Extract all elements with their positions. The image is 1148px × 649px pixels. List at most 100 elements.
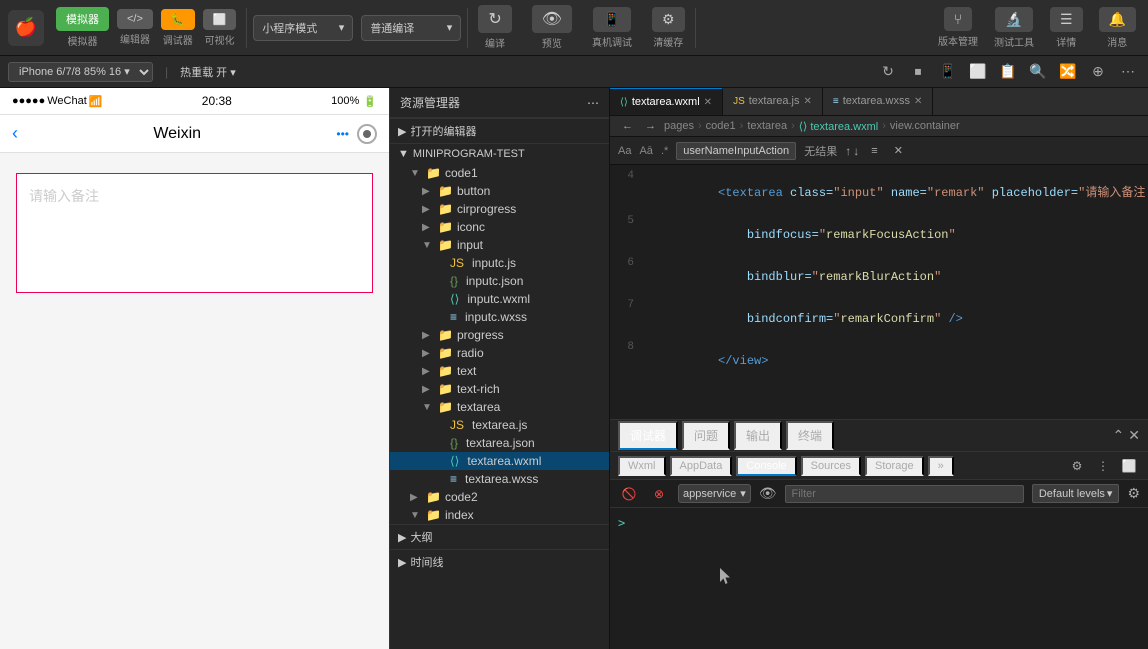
subtab-console[interactable]: Console	[736, 456, 796, 476]
nav-back-editor-btn[interactable]: ←	[618, 119, 637, 133]
subtab-storage[interactable]: Storage	[865, 456, 924, 476]
folder-index[interactable]: ▼ 📁 index	[390, 506, 609, 524]
textarea-component[interactable]: 请输入备注	[16, 173, 373, 293]
cache-button[interactable]: ⚙	[652, 7, 685, 32]
textarea-placeholder: 请输入备注	[29, 188, 99, 204]
nav-dots-button[interactable]: •••	[336, 127, 349, 141]
devtools-minimize-btn[interactable]: ⌃	[1113, 427, 1125, 444]
tab-problems[interactable]: 问题	[682, 421, 730, 450]
simulator-button[interactable]: 模拟器	[56, 7, 109, 31]
subtab-more[interactable]: »	[928, 456, 954, 476]
compile-button[interactable]: ↻	[478, 5, 511, 33]
file-inputc-json[interactable]: {} inputc.json	[390, 272, 609, 290]
console-gear-icon[interactable]: ⚙	[1127, 485, 1140, 502]
folder-progress[interactable]: ▶ 📁 progress	[390, 326, 609, 344]
appservice-select[interactable]: appservice ▾	[678, 484, 751, 503]
tag-open: <textarea	[718, 186, 790, 200]
outline-header[interactable]: ▶ 大纲	[390, 525, 609, 549]
tab-textarea-js[interactable]: JS textarea.js ✕	[723, 88, 823, 115]
shuffle-icon-btn[interactable]: 🔀	[1056, 60, 1080, 84]
devtools-settings-icon[interactable]: ⚙	[1066, 455, 1088, 477]
folder-code2[interactable]: ▶ 📁 code2	[390, 488, 609, 506]
settings-icon-btn[interactable]: ⋯	[1116, 60, 1140, 84]
tab-close-button[interactable]: ✕	[704, 97, 712, 108]
console-filter-input[interactable]	[785, 485, 1024, 503]
search-icon-btn[interactable]: 🔍	[1026, 60, 1050, 84]
debug-button[interactable]: 🐛	[161, 9, 195, 30]
timeline-section: ▶ 时间线	[390, 549, 609, 574]
find-menu-button[interactable]: ≡	[867, 144, 881, 158]
tab-close-button-2[interactable]: ✕	[803, 96, 811, 107]
console-eye-icon[interactable]: 👁	[759, 485, 777, 502]
folder-input[interactable]: ▼ 📁 input	[390, 236, 609, 254]
tab-close-button-3[interactable]: ✕	[914, 96, 922, 107]
layout-icon-btn[interactable]: ⬜	[966, 60, 990, 84]
nav-forward-editor-btn[interactable]: →	[641, 119, 660, 133]
folder-cirprogress[interactable]: ▶ 📁 cirprogress	[390, 200, 609, 218]
folder-text[interactable]: ▶ 📁 text	[390, 362, 609, 380]
version-button[interactable]: ⑂	[944, 7, 972, 31]
hotreload-button[interactable]: 热重载 开 ▾	[180, 64, 236, 80]
open-editors-header[interactable]: ▶ 打开的编辑器	[390, 119, 609, 143]
find-next-button[interactable]: ↓	[853, 144, 859, 158]
test-btn-label: 测试工具	[994, 34, 1034, 49]
device-select[interactable]: iPhone 6/7/8 85% 16 ▾	[8, 62, 153, 82]
add-icon-btn[interactable]: ⊕	[1086, 60, 1110, 84]
nav-record-button[interactable]	[357, 124, 377, 144]
explorer-more-icon[interactable]: ⋯	[587, 96, 599, 110]
tab-output[interactable]: 输出	[734, 421, 782, 450]
find-close-button[interactable]: ✕	[890, 143, 907, 158]
console-error-icon[interactable]: ⊗	[648, 483, 670, 505]
attr-bindfocus-val: "remarkFocusAction"	[819, 228, 956, 242]
copy-icon-btn[interactable]: 📋	[996, 60, 1020, 84]
folder-button[interactable]: ▶ 📁 button	[390, 182, 609, 200]
status-right: 100% 🔋	[331, 95, 377, 108]
editor-button[interactable]: </>	[117, 9, 153, 29]
subtab-wxml[interactable]: Wxml	[618, 456, 666, 476]
debug-group: 🐛 调试器	[161, 9, 195, 47]
tab-terminal[interactable]: 终端	[786, 421, 834, 450]
file-inputc-js[interactable]: JS inputc.js	[390, 254, 609, 272]
root-header[interactable]: ▼ MINIPROGRAM-TEST	[390, 144, 609, 164]
mode-dropdown[interactable]: 小程序模式 ▾	[253, 15, 353, 41]
file-inputc-wxml[interactable]: ⟨⟩ inputc.wxml	[390, 290, 609, 308]
tab-textarea-wxss[interactable]: ≡ textarea.wxss ✕	[823, 88, 933, 115]
test-button[interactable]: 🔬	[995, 7, 1032, 32]
timeline-header[interactable]: ▶ 时间线	[390, 550, 609, 574]
subtab-appdata[interactable]: AppData	[670, 456, 733, 476]
phone-icon-btn[interactable]: 📱	[936, 60, 960, 84]
folder-text-rich[interactable]: ▶ 📁 text-rich	[390, 380, 609, 398]
file-textarea-wxml[interactable]: ⟨⟩ textarea.wxml	[390, 452, 609, 470]
console-clear-icon[interactable]: 🚫	[618, 483, 640, 505]
folder-code1[interactable]: ▼ 📁 code1	[390, 164, 609, 182]
find-regex-icon: .*	[661, 145, 668, 157]
default-levels-dropdown[interactable]: Default levels ▾	[1032, 484, 1120, 503]
folder-textarea[interactable]: ▼ 📁 textarea	[390, 398, 609, 416]
console-body[interactable]: >	[610, 508, 1148, 649]
phone-nav-bar: ‹ Weixin •••	[0, 115, 389, 153]
folder-iconc[interactable]: ▶ 📁 iconc	[390, 218, 609, 236]
details-button[interactable]: ☰	[1050, 7, 1083, 32]
file-textarea-wxss[interactable]: ≡ textarea.wxss	[390, 470, 609, 488]
subtab-sources[interactable]: Sources	[801, 456, 861, 476]
visual-button[interactable]: ⬜	[203, 9, 237, 30]
devtools-dock-icon[interactable]: ⬜	[1118, 455, 1140, 477]
code-editor[interactable]: 4 <textarea class="input" name="remark" …	[610, 165, 1148, 419]
file-inputc-wxss[interactable]: ≡ inputc.wxss	[390, 308, 609, 326]
line-number-7: 7	[610, 298, 642, 311]
file-textarea-js[interactable]: JS textarea.js	[390, 416, 609, 434]
file-textarea-json[interactable]: {} textarea.json	[390, 434, 609, 452]
tab-debugger[interactable]: 调试器	[618, 421, 678, 450]
devtools-menu-icon[interactable]: ⋮	[1092, 455, 1114, 477]
find-prev-button[interactable]: ↑	[845, 144, 851, 158]
devtools-close-btn[interactable]: ✕	[1128, 427, 1140, 444]
refresh-icon-btn[interactable]: ↻	[876, 60, 900, 84]
compile-dropdown[interactable]: 普通编译 ▾	[361, 15, 461, 41]
notification-button[interactable]: 🔔	[1099, 7, 1136, 32]
folder-radio[interactable]: ▶ 📁 radio	[390, 344, 609, 362]
preview-button[interactable]: 👁	[532, 5, 572, 33]
real-device-button[interactable]: 📱	[593, 7, 630, 32]
search-input[interactable]	[676, 142, 796, 160]
stop-icon-btn[interactable]: ⏹	[906, 60, 930, 84]
tab-textarea-wxml[interactable]: ⟨⟩ textarea.wxml ✕	[610, 88, 723, 115]
